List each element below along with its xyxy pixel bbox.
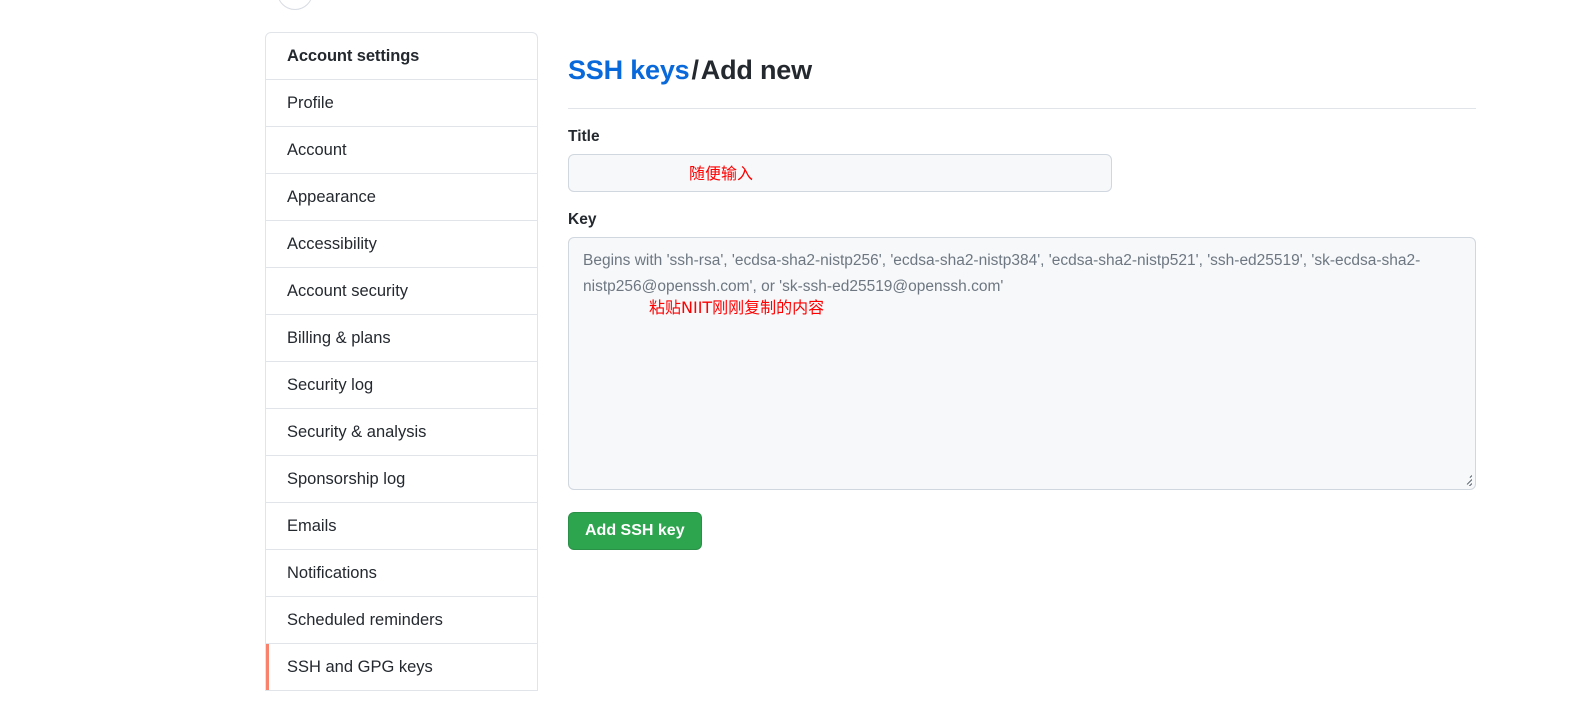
sidebar-item-accessibility[interactable]: Accessibility — [266, 221, 537, 268]
title-input[interactable] — [569, 155, 1111, 192]
sidebar-item-emails[interactable]: Emails — [266, 503, 537, 550]
sidebar-item-account-security[interactable]: Account security — [266, 268, 537, 315]
breadcrumb-ssh-keys-link[interactable]: SSH keys — [568, 55, 690, 85]
textarea-resize-handle[interactable] — [1460, 474, 1472, 487]
annotation-key-note: 粘贴NIIT刚刚复制的内容 — [649, 298, 825, 318]
page-title: SSH keys/Add new — [568, 50, 1476, 90]
account-settings-sidebar: Account settings Profile Account Appeara… — [265, 32, 538, 691]
sidebar-item-billing-and-plans[interactable]: Billing & plans — [266, 315, 537, 362]
title-field-label: Title — [568, 128, 600, 146]
heading-divider — [568, 108, 1476, 110]
sidebar-item-sponsorship-log[interactable]: Sponsorship log — [266, 456, 537, 503]
sidebar-item-security-and-analysis[interactable]: Security & analysis — [266, 409, 537, 456]
breadcrumb-current: Add new — [700, 55, 812, 86]
sidebar-item-scheduled-reminders[interactable]: Scheduled reminders — [266, 597, 537, 644]
sidebar-item-appearance[interactable]: Appearance — [266, 174, 537, 221]
sidebar-item-profile[interactable]: Profile — [266, 80, 537, 127]
add-ssh-key-button[interactable]: Add SSH key — [568, 512, 702, 551]
avatar[interactable] — [277, 0, 313, 10]
main-content: SSH keys/Add new Title 随便输入 Key Begins w… — [568, 32, 1476, 551]
annotation-title-note: 随便输入 — [689, 164, 754, 184]
sidebar-header: Account settings — [266, 33, 537, 80]
sidebar-item-ssh-and-gpg-keys[interactable]: SSH and GPG keys — [266, 644, 537, 691]
sidebar-item-account[interactable]: Account — [266, 127, 537, 174]
key-textarea-wrapper[interactable]: Begins with 'ssh-rsa', 'ecdsa-sha2-nistp… — [568, 237, 1476, 491]
breadcrumb-separator: / — [691, 55, 699, 86]
sidebar-item-notifications[interactable]: Notifications — [266, 550, 537, 597]
title-input-wrapper[interactable]: 随便输入 — [568, 154, 1112, 193]
sidebar-item-security-log[interactable]: Security log — [266, 362, 537, 409]
key-field-label: Key — [568, 211, 597, 229]
key-placeholder-text: Begins with 'ssh-rsa', 'ecdsa-sha2-nistp… — [583, 252, 1421, 296]
